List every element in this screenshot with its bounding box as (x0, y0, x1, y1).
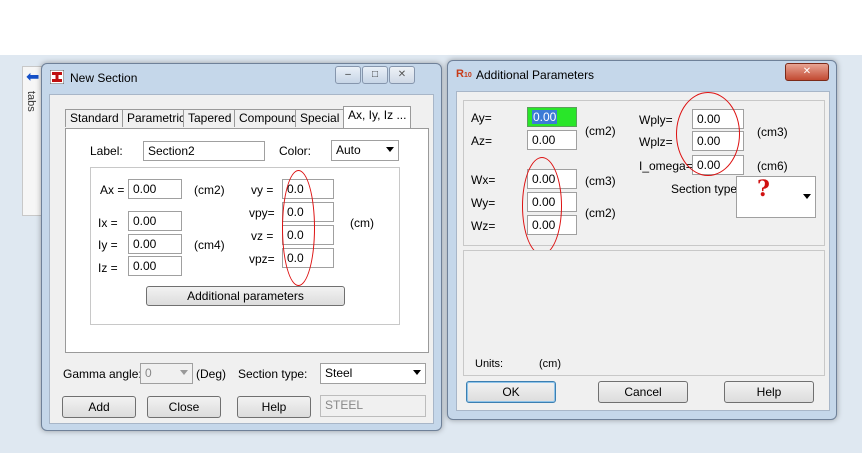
close-button[interactable]: Close (147, 396, 221, 418)
cancel-button[interactable]: Cancel (598, 381, 688, 403)
tab-strip: Standard Parametric Tapered Compound Spe… (65, 106, 430, 129)
help-button[interactable]: Help (724, 381, 814, 403)
wplz-input[interactable]: 0.00 (692, 131, 744, 151)
tab-compound[interactable]: Compound (234, 109, 303, 127)
color-select[interactable]: Auto (331, 140, 399, 161)
iy-label: Iy = (98, 238, 118, 252)
additional-parameters-window: R10 Additional Parameters ✕ Ay= 0.00 Az=… (447, 60, 837, 420)
ok-button[interactable]: OK (466, 381, 556, 403)
chevron-down-icon (386, 147, 394, 152)
wply-input[interactable]: 0.00 (692, 109, 744, 129)
iy-unit: (cm4) (194, 238, 225, 252)
tab-panel: Label: Section2 Color: Auto Ax = 0.00 (c… (65, 128, 429, 353)
chevron-down-icon (803, 194, 811, 199)
gamma-angle-unit: (Deg) (196, 367, 227, 381)
window-title: New Section (70, 71, 138, 85)
tab-ax-iy-iz[interactable]: Ax, Iy, Iz ... (343, 106, 412, 128)
iy-input[interactable]: 0.00 (128, 234, 182, 254)
wpl-unit: (cm3) (757, 125, 788, 139)
wx-input[interactable]: 0.00 (527, 169, 577, 189)
section-type-select[interactable]: Steel (320, 363, 426, 384)
new-section-client: Standard Parametric Tapered Compound Spe… (49, 94, 434, 424)
arrow-left-icon[interactable]: ⬅ (26, 70, 39, 86)
color-select-value: Auto (336, 143, 361, 157)
section-type-caption: Section type: (671, 182, 741, 196)
chevron-down-icon (413, 370, 421, 375)
vz-label: vz = (251, 229, 274, 243)
wz-label: Wz= (471, 219, 496, 233)
preview-area: Units: (cm) (463, 250, 825, 376)
close-window-button[interactable]: ✕ (389, 66, 415, 84)
ix-label: Ix = (98, 216, 118, 230)
iomega-input[interactable]: 0.00 (692, 155, 744, 175)
section-i-beam-icon (50, 70, 64, 84)
maximize-button[interactable]: □ (362, 66, 388, 84)
vy-input[interactable]: 0.0 (282, 179, 334, 199)
material-field: STEEL (320, 395, 426, 417)
parameters-group: Ay= 0.00 Az= 0.00 (cm2) Wx= 0.00 (cm3) W… (463, 92, 825, 255)
ax-unit: (cm2) (194, 183, 225, 197)
side-tabs-label: tabs (25, 91, 37, 112)
wply-label: Wply= (639, 113, 673, 127)
gamma-angle-value: 0 (145, 366, 152, 380)
wx-unit: (cm3) (585, 174, 616, 188)
question-mark-icon: ? (757, 176, 770, 202)
tab-special[interactable]: Special (295, 109, 345, 127)
chevron-down-icon (180, 370, 188, 375)
ix-input[interactable]: 0.00 (128, 211, 182, 231)
tab-parametric[interactable]: Parametric (122, 109, 191, 127)
wy-input[interactable]: 0.00 (527, 192, 577, 212)
gamma-angle-select[interactable]: 0 (140, 363, 193, 384)
iz-input[interactable]: 0.00 (128, 256, 182, 276)
additional-parameters-button[interactable]: Additional parameters (146, 286, 345, 306)
ax-label: Ax = (100, 183, 125, 197)
minimize-button[interactable]: – (335, 66, 361, 84)
units-caption: Units: (475, 358, 504, 370)
section-type-value: Steel (325, 366, 353, 380)
wy-label: Wy= (471, 196, 496, 210)
label-caption: Label: (90, 144, 123, 158)
tab-tapered[interactable]: Tapered (183, 109, 237, 127)
r-app-icon: R10 (456, 68, 472, 80)
section-type-select[interactable]: ? (736, 176, 816, 218)
wx-label: Wx= (471, 173, 496, 187)
ax-input[interactable]: 0.00 (128, 179, 182, 199)
window-title: Additional Parameters (476, 68, 595, 82)
add-button[interactable]: Add (62, 396, 136, 418)
iomega-unit: (cm6) (757, 159, 788, 173)
v-unit: (cm) (350, 216, 374, 230)
ay-input-value: 0.00 (532, 110, 558, 124)
az-input[interactable]: 0.00 (527, 130, 577, 150)
vpy-input[interactable]: 0.0 (282, 202, 334, 222)
vpy-label: vpy= (249, 206, 275, 220)
vz-input[interactable]: 0.0 (282, 225, 334, 245)
ay-label: Ay= (471, 111, 492, 125)
tab-standard[interactable]: Standard (65, 109, 124, 127)
additional-client: Ay= 0.00 Az= 0.00 (cm2) Wx= 0.00 (cm3) W… (456, 91, 830, 411)
az-label: Az= (471, 134, 493, 148)
properties-group: Ax = 0.00 (cm2) Ix = 0.00 Iy = 0.00 (cm4… (90, 167, 400, 325)
iomega-label: I_omega= (639, 159, 693, 173)
close-window-button[interactable]: ✕ (785, 63, 829, 81)
new-section-window: New Section – □ ✕ Standard Parametric Ta… (41, 63, 442, 431)
units-value: (cm) (539, 358, 561, 370)
ay-input[interactable]: 0.00 (527, 107, 577, 127)
help-button[interactable]: Help (237, 396, 311, 418)
color-caption: Color: (279, 144, 312, 158)
label-input[interactable]: Section2 (143, 141, 265, 161)
vpz-input[interactable]: 0.0 (282, 248, 334, 268)
a-unit: (cm2) (585, 124, 616, 138)
section-type-caption: Section type: (238, 367, 308, 381)
vpz-label: vpz= (249, 252, 275, 266)
vy-label: vy = (251, 183, 274, 197)
wyz-unit: (cm2) (585, 206, 616, 220)
iz-label: Iz = (98, 261, 118, 275)
wz-input[interactable]: 0.00 (527, 215, 577, 235)
gamma-angle-caption: Gamma angle: (63, 367, 142, 381)
wplz-label: Wplz= (639, 135, 673, 149)
